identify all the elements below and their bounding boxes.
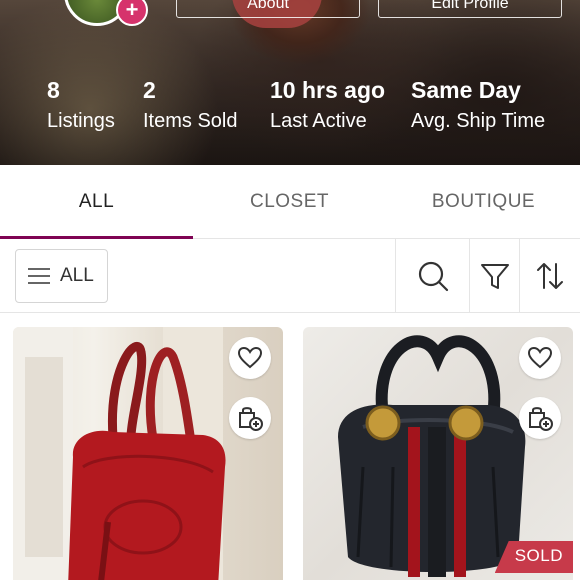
add-to-bundle-button[interactable] (229, 397, 271, 439)
tab-boutique[interactable]: BOUTIQUE (387, 165, 580, 239)
listings-grid: SOLD (0, 313, 580, 580)
bag-plus-icon (529, 407, 553, 431)
listing-card[interactable] (13, 327, 283, 580)
stat-value: 2 (143, 77, 156, 103)
filter-bar: ALL (0, 239, 580, 313)
stat-label: Last Active (270, 110, 367, 132)
stat-value: Same Day (411, 77, 521, 103)
category-all-label: ALL (60, 265, 94, 286)
search-icon (418, 261, 448, 292)
stat-listings[interactable]: 8 Listings (47, 74, 115, 136)
stat-label: Items Sold (143, 110, 238, 132)
heart-icon (238, 347, 262, 369)
filter-icon (480, 264, 509, 289)
sort-button[interactable] (519, 239, 580, 313)
stat-label: Avg. Ship Time (411, 110, 546, 132)
about-button[interactable]: About (176, 0, 360, 18)
filter-button[interactable] (469, 239, 519, 313)
category-all-button[interactable]: ALL (15, 249, 108, 303)
search-button[interactable] (395, 239, 469, 313)
listing-card[interactable]: SOLD (303, 327, 573, 580)
menu-icon (28, 268, 50, 284)
stat-value: 8 (47, 77, 60, 103)
stat-items-sold: 2 Items Sold (143, 74, 237, 136)
like-button[interactable] (229, 337, 271, 379)
tab-all[interactable]: ALL (0, 165, 193, 239)
stat-label: Listings (47, 110, 115, 132)
like-button[interactable] (519, 337, 561, 379)
stat-last-active: 10 hrs ago Last Active (270, 74, 385, 136)
sort-icon (537, 263, 563, 289)
heart-icon (528, 347, 552, 369)
tab-closet[interactable]: CLOSET (193, 165, 386, 239)
edit-profile-button[interactable]: Edit Profile (378, 0, 562, 18)
stat-value: 10 hrs ago (270, 77, 386, 103)
add-to-bundle-button[interactable] (519, 397, 561, 439)
bag-plus-icon (239, 407, 263, 431)
closet-tabs: ALL CLOSET BOUTIQUE (0, 165, 580, 239)
stat-avg-ship-time: Same Day Avg. Ship Time (411, 74, 545, 136)
